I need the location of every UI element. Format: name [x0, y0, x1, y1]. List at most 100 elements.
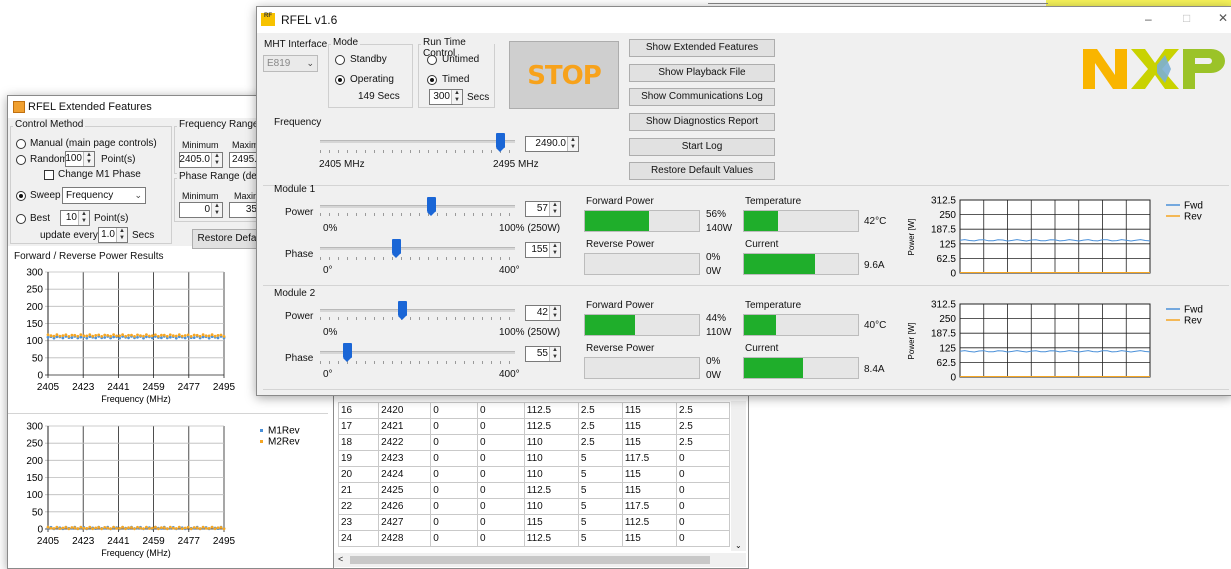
radio-best[interactable] — [16, 214, 26, 224]
x-tick-label: 2459 — [142, 382, 165, 393]
radio-sweep[interactable] — [16, 191, 26, 201]
table-cell: 0 — [430, 434, 478, 451]
stop-button[interactable]: STOP — [509, 41, 619, 109]
table-row[interactable]: 24 2428 0 0 112.5 5 115 0 — [337, 530, 731, 547]
frequency-spinner[interactable]: 2490.0 ▲ ▼ — [525, 136, 579, 152]
table-row[interactable]: 20 2424 0 0 110 5 115 0 — [337, 466, 731, 483]
mode-title: Mode — [331, 37, 361, 48]
phase-spinner[interactable]: 55 ▲ ▼ — [525, 346, 561, 362]
table-cell: 5 — [577, 530, 623, 547]
data-point — [94, 526, 98, 530]
table-row[interactable]: 19 2423 0 0 110 5 117.5 0 — [337, 450, 731, 467]
table-cell: 0 — [675, 466, 731, 483]
start-log-button[interactable]: Start Log — [629, 138, 775, 156]
radio-standby[interactable] — [335, 55, 345, 65]
data-point — [133, 335, 136, 338]
x-tick-label: 2459 — [142, 536, 165, 547]
data-point — [100, 527, 104, 531]
phase-slider-thumb[interactable] — [391, 239, 401, 258]
table-cell: 110 — [523, 466, 579, 483]
minimize-button[interactable]: – — [1145, 12, 1152, 26]
y-axis-label: Power [W] — [907, 323, 916, 360]
data-point — [115, 334, 118, 338]
show-extended-features-button[interactable]: Show Extended Features — [629, 39, 775, 57]
sweep-select[interactable]: Frequency ⌄ — [62, 187, 146, 204]
mht-interface-select[interactable]: E819 ⌄ — [263, 55, 318, 72]
data-point — [91, 334, 95, 338]
horizontal-scrollbar[interactable]: < — [334, 553, 746, 567]
radio-random[interactable] — [16, 155, 26, 165]
phase-slider-ticks — [320, 257, 515, 260]
data-point — [127, 336, 130, 340]
table-row[interactable]: 16 2420 0 0 112.5 2.5 115 2.5 — [337, 402, 731, 419]
table-cell: 2.5 — [675, 402, 731, 419]
table-row[interactable]: 17 2421 0 0 112.5 2.5 115 2.5 — [337, 418, 731, 435]
table-cell: 2.5 — [577, 434, 623, 451]
power-slider-thumb[interactable] — [427, 197, 437, 216]
scroll-left-icon[interactable]: < — [338, 554, 343, 564]
show-communications-log-button[interactable]: Show Communications Log — [629, 88, 775, 106]
power-slider-track[interactable] — [320, 309, 515, 312]
y-tick-label: 0 — [37, 371, 43, 382]
x-tick-label: 2405 — [37, 382, 60, 393]
scroll-thumb[interactable] — [350, 556, 710, 564]
power-slider-thumb[interactable] — [397, 301, 407, 320]
freq-max-spinner[interactable]: 2495. — [229, 152, 259, 168]
table-cell: 0 — [675, 530, 731, 547]
maximize-button[interactable]: □ — [1183, 11, 1190, 25]
forward-power-percent: 44% — [706, 313, 727, 324]
close-button[interactable]: ✕ — [1218, 11, 1228, 25]
ext-window-title: RFEL Extended Features — [28, 101, 152, 113]
app-icon — [13, 101, 25, 113]
power-spinner[interactable]: 42 ▲ ▼ — [525, 305, 561, 321]
table-cell: 2.5 — [675, 434, 731, 451]
table-row[interactable]: 23 2427 0 0 115 5 112.5 0 — [337, 514, 731, 531]
table-row[interactable]: 22 2426 0 0 110 5 117.5 0 — [337, 498, 731, 515]
restore-defaults-button[interactable]: Restore Defa — [192, 229, 262, 249]
y-tick-label: 150 — [26, 319, 43, 330]
radio-timed[interactable] — [427, 75, 437, 85]
y-axis-label: Power [W] — [907, 219, 916, 256]
data-point — [85, 527, 89, 530]
phase-slider-thumb[interactable] — [342, 343, 352, 362]
phase-min-spinner[interactable]: 0 ▲ ▼ — [179, 202, 223, 218]
show-playback-file-button[interactable]: Show Playback File — [629, 64, 775, 82]
y-tick-label: 150 — [26, 473, 43, 484]
table-row[interactable]: 21 2425 0 0 112.5 5 115 0 — [337, 482, 731, 499]
data-point — [58, 527, 62, 530]
table-cell: 0 — [430, 402, 478, 419]
frequency-slider-thumb[interactable] — [496, 133, 505, 152]
y-tick-label: 100 — [26, 490, 43, 501]
phase-spinner[interactable]: 155 ▲ ▼ — [525, 242, 561, 258]
power-slider-track[interactable] — [320, 205, 515, 208]
table-cell: 112.5 — [523, 402, 579, 419]
data-point — [168, 335, 172, 339]
best-points-spinner[interactable]: 10 ▲ ▼ — [60, 210, 90, 226]
table-cell: 5 — [577, 514, 623, 531]
data-point — [130, 333, 133, 337]
timed-spinner[interactable]: 300 ▲ ▼ — [429, 89, 463, 105]
update-every-spinner[interactable]: 1.0 ▲ ▼ — [98, 227, 128, 243]
scroll-down-icon[interactable]: ⌄ — [735, 541, 742, 550]
data-point — [186, 333, 190, 337]
frequency-slider-track[interactable] — [320, 140, 515, 143]
freq-min-spinner[interactable]: 2405.0 ▲ ▼ — [179, 152, 223, 168]
data-point — [207, 334, 211, 338]
radio-manual[interactable] — [16, 139, 26, 149]
data-point — [49, 334, 53, 338]
power-spinner[interactable]: 57 ▲ ▼ — [525, 201, 561, 217]
data-point — [85, 334, 89, 338]
phase-slider-track[interactable] — [320, 247, 515, 250]
table-row[interactable]: 18 2422 0 0 110 2.5 115 2.5 — [337, 434, 731, 451]
radio-untimed[interactable] — [427, 55, 437, 65]
current-value: 8.4A — [864, 364, 885, 375]
data-point — [207, 527, 211, 530]
vertical-scrollbar[interactable]: ⌄ — [731, 401, 746, 551]
radio-operating[interactable] — [335, 75, 345, 85]
restore-default-values-button[interactable]: Restore Default Values — [629, 162, 775, 180]
best-points-label: Point(s) — [94, 213, 129, 224]
change-m1-phase-checkbox[interactable] — [44, 170, 54, 180]
phase-max-spinner[interactable]: 35 — [229, 202, 259, 218]
show-diagnostics-report-button[interactable]: Show Diagnostics Report — [629, 113, 775, 131]
random-points-spinner[interactable]: 100 ▲ ▼ — [65, 151, 95, 167]
